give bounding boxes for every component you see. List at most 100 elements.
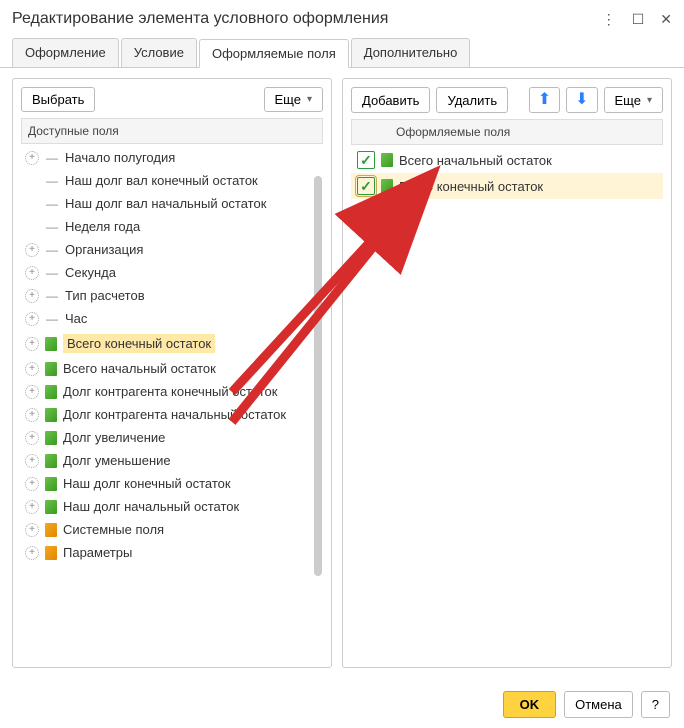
tree-row[interactable]: —Наш долг вал начальный остаток: [21, 192, 323, 215]
expand-icon[interactable]: +: [25, 151, 39, 165]
delete-button[interactable]: Удалить: [436, 87, 508, 113]
field-label: Долг уменьшение: [63, 453, 171, 468]
right-toolbar: Добавить Удалить ⬆ ⬇ Еще▾: [351, 87, 663, 113]
tree-row[interactable]: + Долг уменьшение: [21, 449, 323, 472]
expand-icon[interactable]: +: [25, 362, 39, 376]
available-fields-tree[interactable]: +—Начало полугодия—Наш долг вал конечный…: [21, 146, 323, 659]
scrollbar[interactable]: [314, 176, 322, 576]
dash-icon: —: [45, 197, 59, 211]
field-label: Час: [65, 311, 87, 326]
field-label: Наш долг конечный остаток: [63, 476, 231, 491]
tree-row[interactable]: +Наш долг начальный остаток: [21, 495, 323, 518]
expand-icon[interactable]: +: [25, 312, 39, 326]
tree-row[interactable]: +—Начало полугодия: [21, 146, 323, 169]
field-label: Секунда: [65, 265, 116, 280]
maximize-icon[interactable]: ☐: [632, 11, 645, 28]
tree-row[interactable]: + Всего конечный остаток: [21, 330, 323, 357]
field-icon: [381, 153, 393, 167]
tree-row[interactable]: + Всего начальный остаток: [21, 357, 323, 380]
dash-icon: —: [45, 174, 59, 188]
field-label: Всего начальный остаток: [399, 153, 552, 168]
tree-row[interactable]: + Долг контрагента конечный остаток: [21, 380, 323, 403]
field-label: Долг контрагента конечный остаток: [63, 384, 277, 399]
window-title: Редактирование элемента условного оформл…: [12, 10, 602, 28]
field-label: Системные поля: [63, 522, 164, 537]
tree-row[interactable]: — Наш долг вал конечный остаток: [21, 169, 323, 192]
field-label: Всего конечный остаток: [63, 334, 215, 353]
ok-button[interactable]: OK: [503, 691, 557, 718]
tab-1[interactable]: Условие: [121, 38, 197, 67]
tree-row[interactable]: +—Организация: [21, 238, 323, 261]
selected-fields-list[interactable]: ✓ Всего начальный остаток ✓Всего конечный …: [351, 147, 663, 659]
expand-icon[interactable]: +: [25, 546, 39, 560]
selected-fields-pane: Добавить Удалить ⬆ ⬇ Еще▾ Оформляемые по…: [342, 78, 672, 668]
expand-icon[interactable]: +: [25, 477, 39, 491]
field-icon: [45, 500, 57, 514]
tab-0[interactable]: Оформление: [12, 38, 119, 67]
kebab-icon[interactable]: ⋮: [602, 11, 616, 28]
tree-row[interactable]: —Неделя года: [21, 215, 323, 238]
expand-spacer: [25, 174, 39, 188]
field-label: Тип расчетов: [65, 288, 145, 303]
tree-row[interactable]: + Долг контрагента начальный остаток: [21, 403, 323, 426]
list-item[interactable]: ✓ Всего начальный остаток: [351, 147, 663, 173]
expand-icon[interactable]: +: [25, 454, 39, 468]
expand-icon[interactable]: +: [25, 408, 39, 422]
field-label: Всего начальный остаток: [63, 361, 216, 376]
window-titlebar: Редактирование элемента условного оформл…: [0, 0, 684, 38]
add-button[interactable]: Добавить: [351, 87, 430, 113]
available-fields-pane: Выбрать Еще▾ Доступные поля +—Начало пол…: [12, 78, 332, 668]
dash-icon: —: [45, 151, 59, 165]
expand-icon[interactable]: +: [25, 243, 39, 257]
available-fields-header: Доступные поля: [21, 118, 323, 144]
field-label: Долг увеличение: [63, 430, 165, 445]
expand-icon[interactable]: +: [25, 523, 39, 537]
tree-row[interactable]: + — Час: [21, 307, 323, 330]
expand-icon[interactable]: +: [25, 500, 39, 514]
field-icon: [45, 523, 57, 537]
tab-3[interactable]: Дополнительно: [351, 38, 471, 67]
checkbox[interactable]: ✓: [357, 177, 375, 195]
move-up-button[interactable]: ⬆: [529, 87, 560, 113]
expand-icon[interactable]: +: [25, 337, 39, 351]
field-label: Неделя года: [65, 219, 140, 234]
dialog-footer: OK Отмена ?: [503, 691, 670, 718]
list-item[interactable]: ✓Всего конечный остаток: [351, 173, 663, 199]
tree-row[interactable]: + Долг увеличение: [21, 426, 323, 449]
cancel-button[interactable]: Отмена: [564, 691, 633, 718]
expand-icon[interactable]: +: [25, 266, 39, 280]
window-controls: ⋮ ☐ ✕: [602, 11, 672, 28]
expand-icon[interactable]: +: [25, 289, 39, 303]
tree-row[interactable]: + Параметры: [21, 541, 323, 564]
field-label: Долг контрагента начальный остаток: [63, 407, 286, 422]
expand-icon[interactable]: +: [25, 385, 39, 399]
help-button[interactable]: ?: [641, 691, 670, 718]
field-icon: [45, 362, 57, 376]
tree-row[interactable]: + Наш долг конечный остаток: [21, 472, 323, 495]
field-icon: [45, 546, 57, 560]
tabstrip: ОформлениеУсловиеОформляемые поляДополни…: [0, 38, 684, 68]
field-icon: [45, 408, 57, 422]
selected-fields-header: Оформляемые поля: [351, 119, 663, 145]
checkbox[interactable]: ✓: [357, 151, 375, 169]
field-icon: [45, 454, 57, 468]
field-label: Наш долг вал конечный остаток: [65, 173, 258, 188]
dash-icon: —: [45, 289, 59, 303]
tree-row[interactable]: + — Тип расчетов: [21, 284, 323, 307]
tree-row[interactable]: +—Секунда: [21, 261, 323, 284]
close-icon[interactable]: ✕: [660, 11, 672, 28]
tab-2[interactable]: Оформляемые поля: [199, 39, 349, 68]
expand-spacer: [25, 220, 39, 234]
more-button-left[interactable]: Еще▾: [264, 87, 323, 112]
field-icon: [45, 431, 57, 445]
dash-icon: —: [45, 312, 59, 326]
dash-icon: —: [45, 243, 59, 257]
expand-icon[interactable]: +: [25, 431, 39, 445]
content-area: Выбрать Еще▾ Доступные поля +—Начало пол…: [0, 68, 684, 678]
move-down-button[interactable]: ⬇: [566, 87, 597, 113]
field-label: Параметры: [63, 545, 132, 560]
select-button[interactable]: Выбрать: [21, 87, 95, 112]
more-button-right[interactable]: Еще▾: [604, 87, 663, 113]
field-icon: [381, 179, 393, 193]
tree-row[interactable]: + Системные поля: [21, 518, 323, 541]
